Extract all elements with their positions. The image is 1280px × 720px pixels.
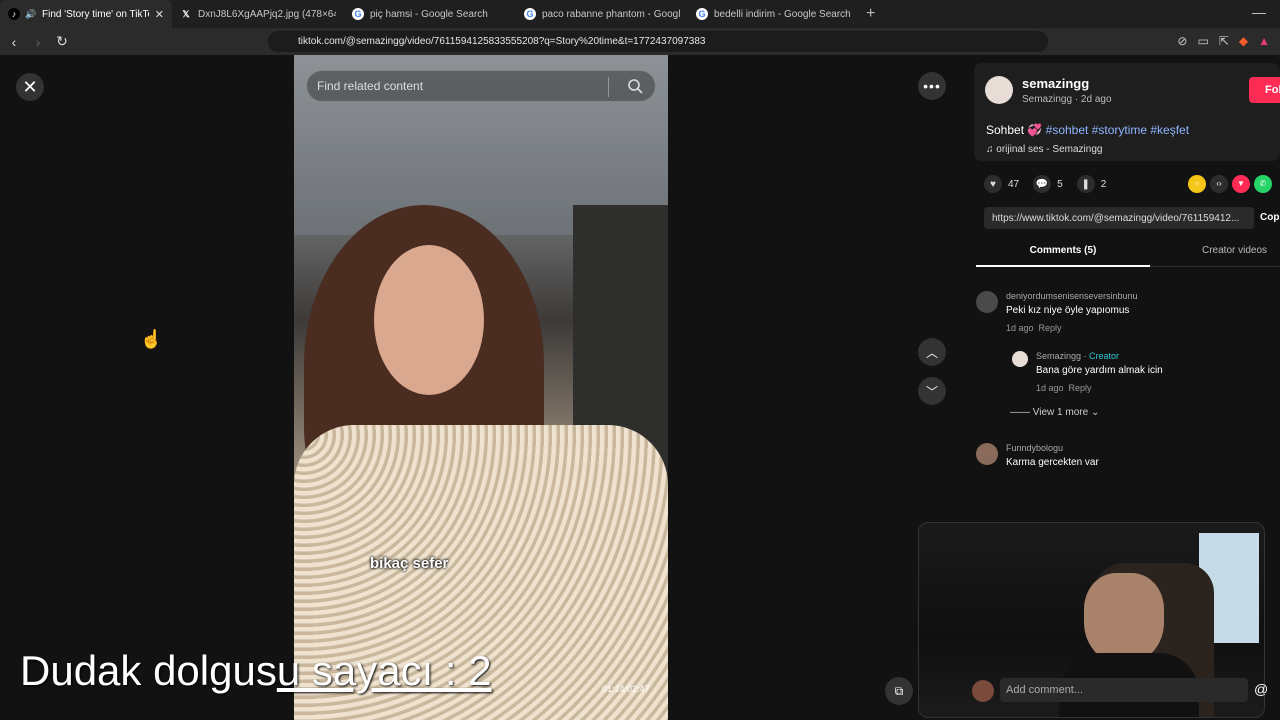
browser-tabbar: ♪ 🔊 Find 'Story time' on TikTok | T ✕ 𝕏 …	[0, 0, 1280, 28]
audio-icon: 🔊	[25, 8, 37, 19]
commenter-username[interactable]: deniyordumsenisenseversinbunu	[1006, 291, 1138, 301]
video-caption: bikaç sefer	[370, 555, 449, 572]
commenter-avatar[interactable]	[976, 443, 998, 465]
browser-tab[interactable]: ♪ 🔊 Find 'Story time' on TikTok | T ✕	[0, 0, 172, 28]
reply-button[interactable]: Reply	[1039, 323, 1062, 333]
browser-tab[interactable]: G piç hamsi - Google Search	[344, 0, 516, 28]
browser-tab[interactable]: 𝕏 DxnJ8L6XgAAPjq2.jpg (478×641)	[172, 0, 344, 28]
coin-icon[interactable]: ○	[1188, 175, 1206, 193]
previous-video-button[interactable]: ︿	[918, 338, 946, 366]
send-icon[interactable]: ▼	[1232, 175, 1250, 193]
reload-icon[interactable]: ↻	[52, 32, 72, 52]
stream-overlay-counter: Dudak dolgusu sayacı : 2	[20, 647, 492, 694]
url-field[interactable]: tiktok.com/@semazingg/video/761159412583…	[268, 31, 1048, 52]
close-video-button[interactable]: ✕	[16, 73, 44, 101]
panel-tabs: Comments (5) Creator videos	[976, 241, 1280, 267]
brave-rewards-icon[interactable]: ▲	[1258, 34, 1270, 48]
webcam-person	[1084, 573, 1164, 663]
related-search-input[interactable]: Find related content	[306, 70, 656, 102]
browser-tab[interactable]: G paco rabanne phantom - Google Sea	[516, 0, 688, 28]
tab-creator-videos[interactable]: Creator videos	[1202, 241, 1267, 261]
new-tab-button[interactable]: +	[866, 5, 875, 23]
cast-icon[interactable]: ▭	[1197, 34, 1208, 48]
commenter-avatar[interactable]	[976, 291, 998, 313]
commenter-username[interactable]: Funndybologu	[1006, 443, 1063, 453]
music-note-icon: ♫	[986, 144, 997, 155]
tiktok-icon: ♪	[8, 8, 20, 20]
mute-site-icon[interactable]: ⊘	[1177, 34, 1187, 48]
forward-icon[interactable]: ›	[28, 32, 48, 52]
close-icon: ✕	[22, 76, 38, 97]
view-more-replies[interactable]: —— View 1 more ⌄	[1010, 407, 1099, 418]
brave-shield-icon[interactable]: ◆	[1239, 34, 1248, 48]
bookmark-icon: ❚	[1076, 175, 1095, 193]
google-icon: G	[524, 8, 536, 20]
google-icon: G	[696, 8, 708, 20]
tiktok-page: ✕ ☝ Find related content bikaç sefer 01:…	[0, 55, 1280, 720]
minimize-icon[interactable]: —	[1252, 4, 1266, 20]
post-actions: ♥ 47 💬 5 ❚ 2	[984, 175, 1120, 193]
chevron-up-icon: ︿	[925, 345, 938, 360]
chevron-down-icon: ﹀	[925, 384, 938, 399]
follow-button[interactable]: Fol	[1249, 77, 1280, 103]
share-icons: ○ ‹› ▼ ✆	[1188, 175, 1272, 193]
save-button[interactable]: ❚ 2	[1076, 175, 1106, 193]
commenter-avatar[interactable]	[1012, 351, 1028, 367]
comment-meta: 1d ago Reply	[1006, 323, 1062, 333]
address-bar: ‹ › ↻ tiktok.com/@semazingg/video/761159…	[0, 28, 1280, 55]
comment-text: Karma gercekten var	[1006, 457, 1099, 468]
close-tab-icon[interactable]: ✕	[155, 8, 164, 21]
mention-icon[interactable]: @	[1254, 681, 1268, 697]
video-link-field[interactable]: https://www.tiktok.com/@semazingg/video/…	[984, 207, 1254, 229]
comment-text: Bana göre yardım almak icin	[1036, 365, 1163, 376]
back-icon[interactable]: ‹	[4, 32, 24, 52]
post-hashtags[interactable]: #sohbet #storytime #keşfet	[1046, 123, 1189, 137]
pip-button[interactable]: ⧉	[885, 677, 913, 705]
current-user-avatar	[972, 680, 994, 702]
more-options-button[interactable]: •••	[918, 72, 946, 100]
share-icon[interactable]: ⇱	[1219, 34, 1229, 48]
search-icon[interactable]	[627, 78, 643, 94]
search-divider	[608, 77, 609, 97]
add-comment-input[interactable]: Add comment...	[1000, 678, 1248, 702]
commenter-username[interactable]: Semazingg · Creator	[1036, 351, 1119, 361]
x-icon: 𝕏	[182, 8, 190, 19]
creator-badge: Creator	[1089, 351, 1120, 361]
comment-meta: 1d ago Reply	[1036, 383, 1092, 393]
embed-icon[interactable]: ‹›	[1210, 175, 1228, 193]
heart-icon: ♥	[984, 175, 1002, 193]
pip-icon: ⧉	[894, 683, 904, 698]
hand-cursor-icon: ☝	[140, 329, 163, 349]
tab-comments[interactable]: Comments (5)	[976, 241, 1150, 267]
ellipsis-icon: •••	[923, 78, 941, 94]
comment-button[interactable]: 💬 5	[1033, 175, 1063, 193]
video-player[interactable]: Find related content bikaç sefer 01:14/0…	[294, 55, 668, 720]
post-description: Sohbet 💞 #sohbet #storytime #keşfet	[986, 123, 1190, 137]
google-icon: G	[352, 8, 364, 20]
author-card: semazingg Semazingg · 2d ago Fol Sohbet …	[974, 63, 1280, 161]
video-subject-face	[374, 245, 484, 395]
comment-icon: 💬	[1033, 175, 1052, 193]
reply-button[interactable]: Reply	[1069, 383, 1092, 393]
next-video-button[interactable]: ﹀	[918, 377, 946, 405]
author-username[interactable]: semazingg	[1022, 76, 1089, 91]
like-button[interactable]: ♥ 47	[984, 175, 1019, 193]
video-time: 01:14/02:47	[602, 684, 650, 694]
author-subline: Semazingg · 2d ago	[1022, 94, 1112, 105]
whatsapp-icon[interactable]: ✆	[1254, 175, 1272, 193]
chevron-down-icon: ⌄	[1090, 407, 1100, 418]
copy-link-button[interactable]: Cop	[1260, 207, 1279, 229]
music-info[interactable]: ♫ orijinal ses - Semazingg	[986, 144, 1102, 155]
browser-tab[interactable]: G bedelli indirim - Google Search	[688, 0, 860, 28]
browser-toolbar-icons: ⊘ ▭ ⇱ ◆ ▲	[1177, 34, 1270, 48]
comment-text: Peki kız niye öyle yapıomus	[1006, 305, 1130, 316]
author-avatar[interactable]	[985, 76, 1013, 104]
